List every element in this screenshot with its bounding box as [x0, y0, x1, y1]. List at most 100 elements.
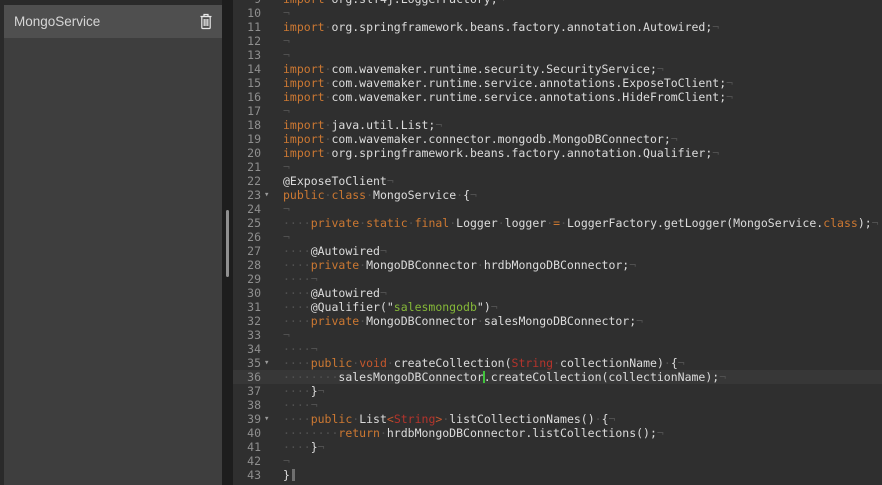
code-line[interactable]: 18import·java.util.List;¬: [233, 118, 882, 132]
code-line[interactable]: 14import·com.wavemaker.runtime.security.…: [233, 62, 882, 76]
whitespace-mark: ····: [283, 300, 311, 314]
delete-service-button[interactable]: [199, 13, 213, 30]
code-line[interactable]: 40········return·hrdbMongoDBConnector.li…: [233, 426, 882, 440]
whitespace-mark: ·: [477, 314, 484, 328]
code-token: import: [283, 146, 325, 160]
fold-column: [261, 230, 283, 244]
sidebar-item-mongoservice[interactable]: MongoService: [4, 5, 222, 38]
whitespace-mark: ····: [283, 356, 311, 370]
line-number: 13: [233, 48, 261, 62]
code-text: @ExposeToClient¬: [283, 174, 882, 188]
code-text: ····@Qualifier("salesmongodb")¬: [283, 300, 882, 314]
code-line[interactable]: 17¬: [233, 104, 882, 118]
code-token: salesMongoDBConnector;: [484, 314, 636, 328]
fold-column: [261, 34, 283, 48]
eof-marker: [292, 469, 295, 481]
code-text: import·org.springframework.beans.factory…: [283, 146, 882, 160]
code-token: java.util.List;: [331, 118, 435, 132]
eol-mark: ¬: [470, 188, 477, 202]
eol-mark: ¬: [629, 258, 636, 272]
code-line[interactable]: 16import·com.wavemaker.runtime.service.a…: [233, 90, 882, 104]
code-line[interactable]: 39▾····public·List<String>·listCollectio…: [233, 412, 882, 426]
whitespace-mark: ····: [283, 286, 311, 300]
code-line[interactable]: 21¬: [233, 160, 882, 174]
fold-toggle-icon[interactable]: ▾: [261, 188, 283, 202]
code-token: Logger: [456, 216, 498, 230]
code-text: ····}¬: [283, 384, 882, 398]
code-editor[interactable]: 9import·org.slf4j.LoggerFactory;¬10¬11im…: [233, 0, 882, 485]
whitespace-mark: ········: [283, 370, 338, 384]
code-line[interactable]: 10¬: [233, 6, 882, 20]
code-line[interactable]: 27····@Autowired¬: [233, 244, 882, 258]
code-line[interactable]: 13¬: [233, 48, 882, 62]
code-line[interactable]: 29 ····¬: [233, 272, 882, 286]
panel-divider[interactable]: [222, 0, 233, 485]
code-token: private: [311, 258, 359, 272]
line-number: 35: [233, 356, 261, 370]
eol-mark: ¬: [712, 20, 719, 34]
fold-column: [261, 286, 283, 300]
whitespace-mark: ·: [366, 188, 373, 202]
line-number: 29: [233, 272, 261, 286]
code-text: ········salesMongoDBConnector.createColl…: [283, 370, 882, 384]
code-line[interactable]: 20import·org.springframework.beans.facto…: [233, 146, 882, 160]
code-line[interactable]: 25····private·static·final·Logger·logger…: [233, 216, 882, 230]
code-line[interactable]: 36········salesMongoDBConnector.createCo…: [233, 370, 882, 384]
fold-column: [261, 216, 283, 230]
eol-mark: ¬: [283, 202, 290, 216]
whitespace-mark: ····: [283, 272, 311, 286]
code-line[interactable]: 37····}¬: [233, 384, 882, 398]
code-line[interactable]: 34····¬: [233, 342, 882, 356]
fold-column: [261, 62, 283, 76]
code-token: import: [283, 90, 325, 104]
code-text: ····private·static·final·Logger·logger·=…: [283, 216, 882, 230]
code-token: String: [512, 356, 554, 370]
services-sidebar: MongoService: [0, 0, 222, 485]
code-text: ¬: [283, 6, 882, 20]
line-number: 41: [233, 440, 261, 454]
line-number: 26: [233, 230, 261, 244]
code-line[interactable]: 38····¬: [233, 398, 882, 412]
code-line[interactable]: 23▾public·class·MongoService·{¬: [233, 188, 882, 202]
code-line[interactable]: 26¬: [233, 230, 882, 244]
code-line[interactable]: 28····private·MongoDBConnector·hrdbMongo…: [233, 258, 882, 272]
code-line[interactable]: 24¬: [233, 202, 882, 216]
code-token: LoggerFactory.getLogger(MongoService.: [567, 216, 823, 230]
scrollbar-thumb[interactable]: [226, 210, 229, 277]
line-number: 17: [233, 104, 261, 118]
code-line[interactable]: 43}: [233, 468, 882, 482]
code-token: hrdbMongoDBConnector.listCollections();: [387, 426, 657, 440]
code-line[interactable]: 30····@Autowired¬: [233, 286, 882, 300]
code-token: listCollectionNames(): [449, 412, 594, 426]
code-token: org.springframework.beans.factory.annota…: [331, 146, 712, 160]
whitespace-mark: ·: [595, 412, 602, 426]
code-line[interactable]: 31····@Qualifier("salesmongodb")¬: [233, 300, 882, 314]
code-token: salesMongoDBConnector: [338, 370, 483, 384]
code-line[interactable]: 42¬: [233, 454, 882, 468]
fold-column: [261, 314, 283, 328]
fold-toggle-icon[interactable]: ▾: [261, 356, 283, 370]
trash-icon: [199, 13, 213, 30]
code-token: {: [602, 412, 609, 426]
code-text: import·com.wavemaker.runtime.service.ann…: [283, 76, 882, 90]
code-line[interactable]: 35▾····public·void·createCollection(Stri…: [233, 356, 882, 370]
code-line[interactable]: 15import·com.wavemaker.runtime.service.a…: [233, 76, 882, 90]
code-line[interactable]: 22@ExposeToClient¬: [233, 174, 882, 188]
code-text: import·com.wavemaker.connector.mongodb.M…: [283, 132, 882, 146]
code-line[interactable]: 41····}¬: [233, 440, 882, 454]
code-token: public: [311, 412, 353, 426]
fold-toggle-icon[interactable]: ▾: [261, 412, 283, 426]
code-line[interactable]: 32····private·MongoDBConnector·salesMong…: [233, 314, 882, 328]
fold-column: [261, 300, 283, 314]
code-line[interactable]: 33¬: [233, 328, 882, 342]
eol-mark: ¬: [311, 272, 318, 286]
fold-column: [261, 328, 283, 342]
code-line[interactable]: 12¬: [233, 34, 882, 48]
line-number: 32: [233, 314, 261, 328]
code-line[interactable]: 19 import·com.wavemaker.connector.mongodb…: [233, 132, 882, 146]
fold-column: [261, 174, 283, 188]
code-token: return: [338, 426, 380, 440]
eol-mark: ¬: [491, 300, 498, 314]
code-line[interactable]: 11import·org.springframework.beans.facto…: [233, 20, 882, 34]
line-number: 19: [233, 132, 261, 146]
